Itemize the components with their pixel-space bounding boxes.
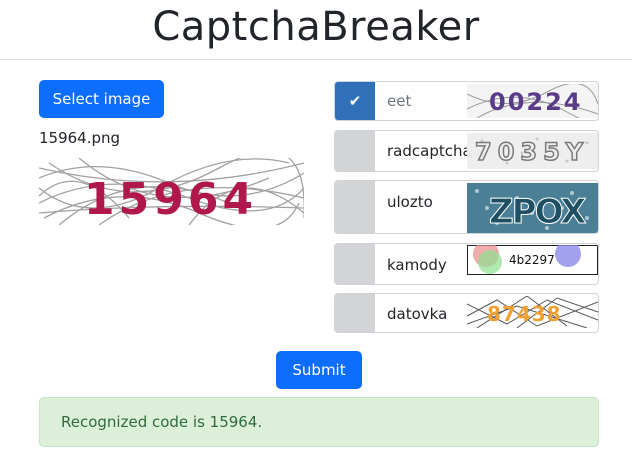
captcha-sample-radcaptcha: 7035Y xyxy=(467,133,598,169)
page-header: CaptchaBreaker xyxy=(0,0,632,60)
checkbox-unchecked[interactable] xyxy=(335,131,375,171)
captcha-type-label: datovka xyxy=(387,305,448,323)
result-message: Recognized code is 15964. xyxy=(61,413,263,431)
captcha-type-kamody[interactable]: kamody 4b2297 xyxy=(334,243,599,285)
captcha-type-label: ulozto xyxy=(387,193,433,211)
captcha-sample-text: 4b2297 xyxy=(509,253,555,267)
captcha-type-datovka[interactable]: datovka 87438 xyxy=(334,293,599,333)
checkbox-unchecked[interactable] xyxy=(335,181,375,233)
result-alert: Recognized code is 15964. xyxy=(39,397,599,447)
captcha-sample-text: 7035Y xyxy=(475,138,589,166)
captcha-type-label: eet xyxy=(387,92,412,110)
checkbox-unchecked[interactable] xyxy=(335,294,375,332)
captcha-sample-text: 00224 xyxy=(489,88,583,116)
captcha-type-label: radcaptcha xyxy=(387,142,472,160)
captcha-sample-text: ZPOX xyxy=(489,192,586,232)
captcha-type-eet[interactable]: ✔ eet 00224 xyxy=(334,81,599,121)
checkbox-unchecked[interactable] xyxy=(335,244,375,284)
captcha-preview-image: 15964 xyxy=(39,158,304,225)
captcha-type-radcaptcha[interactable]: radcaptcha 7035Y xyxy=(334,130,599,172)
checkbox-checked[interactable]: ✔ xyxy=(335,82,375,120)
captcha-type-label: kamody xyxy=(387,256,447,274)
captcha-type-ulozto[interactable]: ulozto ZPOX xyxy=(334,180,599,234)
captcha-sample-datovka: 87438 xyxy=(467,296,598,328)
captcha-sample-eet: 00224 xyxy=(467,84,598,118)
select-image-button[interactable]: Select image xyxy=(39,80,164,118)
captcha-sample-text: 87438 xyxy=(487,302,562,326)
captcha-sample-ulozto: ZPOX xyxy=(467,183,598,233)
submit-button[interactable]: Submit xyxy=(276,351,362,389)
captcha-preview-text: 15964 xyxy=(84,174,257,225)
page-title: CaptchaBreaker xyxy=(152,4,480,50)
selected-filename: 15964.png xyxy=(39,129,121,147)
check-icon: ✔ xyxy=(348,92,362,110)
captcha-sample-kamody: 4b2297 xyxy=(467,245,598,275)
